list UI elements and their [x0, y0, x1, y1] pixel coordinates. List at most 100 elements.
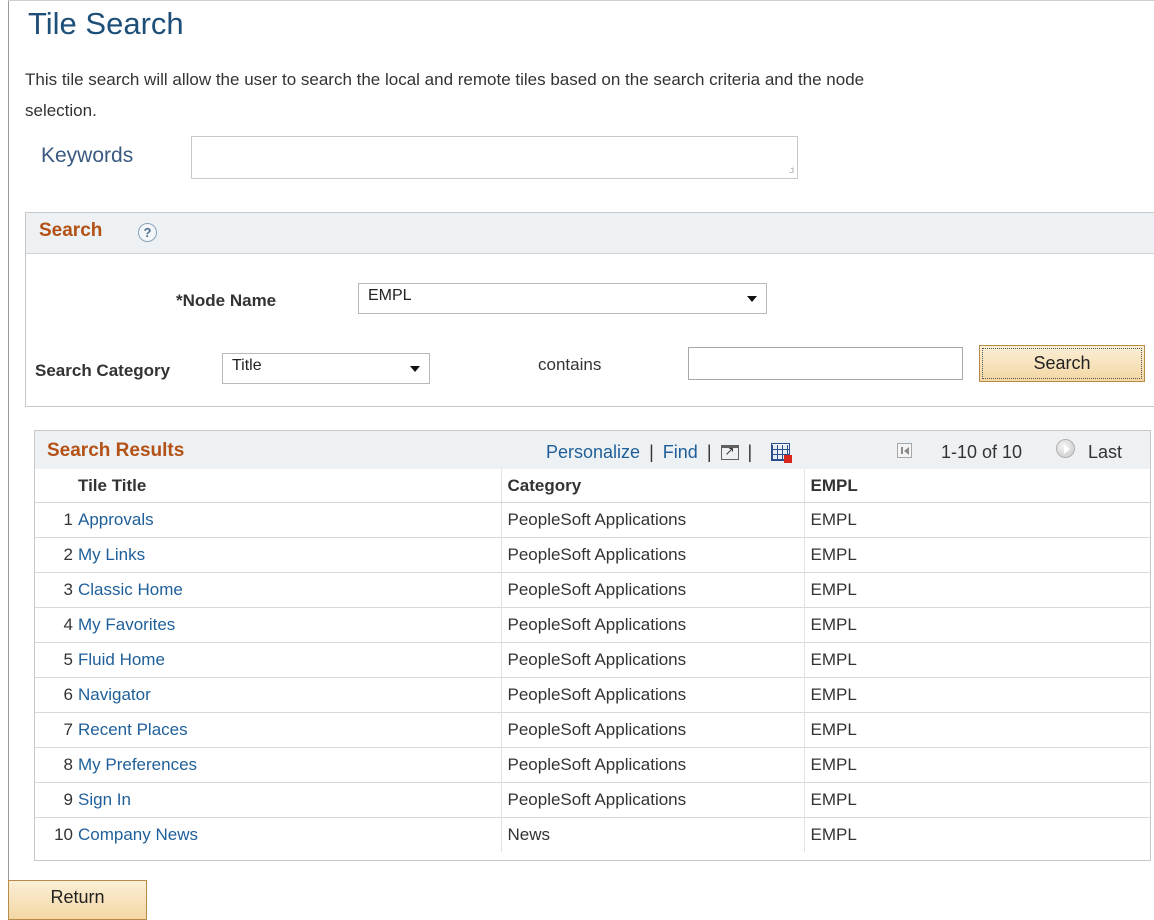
node-cell: EMPL	[803, 817, 1150, 852]
tile-title-cell: Recent Places	[76, 712, 501, 748]
column-header-tile-title[interactable]: Tile Title	[76, 469, 501, 503]
row-number-header	[35, 469, 76, 503]
category-cell: PeopleSoft Applications	[500, 712, 804, 748]
table-header-row: Tile Title Category EMPL	[35, 469, 1150, 503]
table-row: 5 Fluid Home PeopleSoft Applications EMPL	[35, 642, 1150, 678]
node-name-select[interactable]: EMPL	[358, 283, 767, 314]
next-page-icon[interactable]	[1056, 439, 1075, 458]
row-number: 10	[35, 817, 76, 852]
node-cell: EMPL	[803, 642, 1150, 678]
new-window-icon[interactable]	[720, 444, 739, 460]
table-row: 8 My Preferences PeopleSoft Applications EM…	[35, 747, 1150, 783]
row-number: 5	[35, 642, 76, 678]
column-header-node[interactable]: EMPL	[803, 469, 1150, 503]
category-cell: PeopleSoft Applications	[500, 782, 804, 818]
node-cell: EMPL	[803, 572, 1150, 608]
category-cell: PeopleSoft Applications	[500, 642, 804, 678]
node-cell: EMPL	[803, 607, 1150, 643]
search-value-input[interactable]	[688, 347, 963, 380]
row-number: 9	[35, 782, 76, 818]
table-row: 7 Recent Places PeopleSoft Applications EMP…	[35, 712, 1150, 748]
search-panel: Search ? *Node Name EMPL Search Category…	[25, 212, 1154, 407]
results-table: Tile Title Category EMPL 1 Approvals Peopl…	[35, 469, 1150, 852]
tile-title-cell: Approvals	[76, 502, 501, 538]
tile-title-link[interactable]: Navigator	[78, 685, 151, 704]
tile-title-cell: Navigator	[76, 677, 501, 713]
download-to-excel-icon[interactable]	[771, 443, 793, 463]
node-name-value: EMPL	[368, 287, 412, 304]
category-cell: PeopleSoft Applications	[500, 607, 804, 643]
table-row: 9 Sign In PeopleSoft Applications EMPL	[35, 782, 1150, 818]
node-cell: EMPL	[803, 782, 1150, 818]
node-name-label: *Node Name	[176, 291, 277, 310]
category-cell: PeopleSoft Applications	[500, 502, 804, 538]
toolbar-separator: |	[747, 442, 753, 462]
tile-title-link[interactable]: My Favorites	[78, 615, 175, 634]
search-section-title: Search	[39, 220, 103, 241]
node-cell: EMPL	[803, 537, 1150, 573]
row-number: 4	[35, 607, 76, 643]
pagination-range: 1-10 of 10	[941, 442, 1023, 462]
column-header-category[interactable]: Category	[500, 469, 804, 503]
chevron-down-icon	[747, 296, 757, 302]
last-page-link[interactable]: Last	[1088, 442, 1122, 463]
node-cell: EMPL	[803, 677, 1150, 713]
toolbar-separator: |	[706, 442, 712, 462]
table-row: 2 My Links PeopleSoft Applications EMPL	[35, 537, 1150, 573]
tile-title-link[interactable]: Sign In	[78, 790, 131, 809]
search-results-header: Search Results Personalize | Find | | 1-…	[35, 431, 1150, 470]
personalize-link[interactable]: Personalize	[546, 442, 640, 462]
tile-title-link[interactable]: Classic Home	[78, 580, 183, 599]
category-cell: PeopleSoft Applications	[500, 572, 804, 608]
grid-toolbar: Personalize | Find | |	[546, 442, 793, 463]
row-number: 8	[35, 747, 76, 783]
node-cell: EMPL	[803, 712, 1150, 748]
category-cell: PeopleSoft Applications	[500, 677, 804, 713]
table-row: 6 Navigator PeopleSoft Applications EMPL	[35, 677, 1150, 713]
find-link[interactable]: Find	[663, 442, 698, 462]
category-cell: PeopleSoft Applications	[500, 537, 804, 573]
search-category-label: Search Category	[35, 361, 171, 380]
tile-title-link[interactable]: Approvals	[78, 510, 154, 529]
search-button[interactable]: Search	[979, 345, 1145, 382]
table-row: 1 Approvals PeopleSoft Applications EMPL	[35, 502, 1150, 538]
search-category-select[interactable]: Title	[222, 353, 430, 384]
tile-title-link[interactable]: Company News	[78, 825, 198, 844]
page-title: Tile Search	[28, 6, 184, 41]
tile-title-cell: Sign In	[76, 782, 501, 818]
search-category-value: Title	[232, 357, 262, 374]
keywords-field[interactable]: .:i	[191, 136, 798, 179]
table-row: 10 Company News News EMPL	[35, 817, 1150, 852]
row-number: 6	[35, 677, 76, 713]
tile-title-link[interactable]: My Links	[78, 545, 145, 564]
return-button[interactable]: Return	[8, 880, 147, 920]
search-operator-label: contains	[538, 355, 602, 374]
tile-title-link[interactable]: My Preferences	[78, 755, 197, 774]
row-number: 1	[35, 502, 76, 538]
category-cell: News	[500, 817, 804, 852]
table-row: 3 Classic Home PeopleSoft Applications EMPL	[35, 572, 1150, 608]
tile-title-cell: My Links	[76, 537, 501, 573]
node-cell: EMPL	[803, 502, 1150, 538]
chevron-down-icon	[410, 366, 420, 372]
page-top-border	[8, 0, 1154, 1]
node-cell: EMPL	[803, 747, 1150, 783]
tile-title-link[interactable]: Fluid Home	[78, 650, 165, 669]
tile-title-cell: Classic Home	[76, 572, 501, 608]
search-results-grid: Search Results Personalize | Find | | 1-…	[34, 430, 1151, 861]
tile-title-cell: My Favorites	[76, 607, 501, 643]
help-icon[interactable]: ?	[138, 223, 157, 242]
tile-title-cell: Fluid Home	[76, 642, 501, 678]
page-left-border	[8, 0, 9, 913]
tile-title-cell: My Preferences	[76, 747, 501, 783]
first-page-icon[interactable]	[897, 443, 912, 458]
search-results-title: Search Results	[47, 440, 185, 461]
table-row: 4 My Favorites PeopleSoft Applications EMPL	[35, 607, 1150, 643]
resize-grip-icon[interactable]: .:i	[789, 166, 794, 175]
keywords-label: Keywords	[41, 144, 134, 167]
toolbar-separator: |	[649, 442, 654, 462]
tile-title-link[interactable]: Recent Places	[78, 720, 188, 739]
page-description: This tile search will allow the user to …	[25, 70, 865, 120]
row-number: 7	[35, 712, 76, 748]
row-number: 2	[35, 537, 76, 573]
